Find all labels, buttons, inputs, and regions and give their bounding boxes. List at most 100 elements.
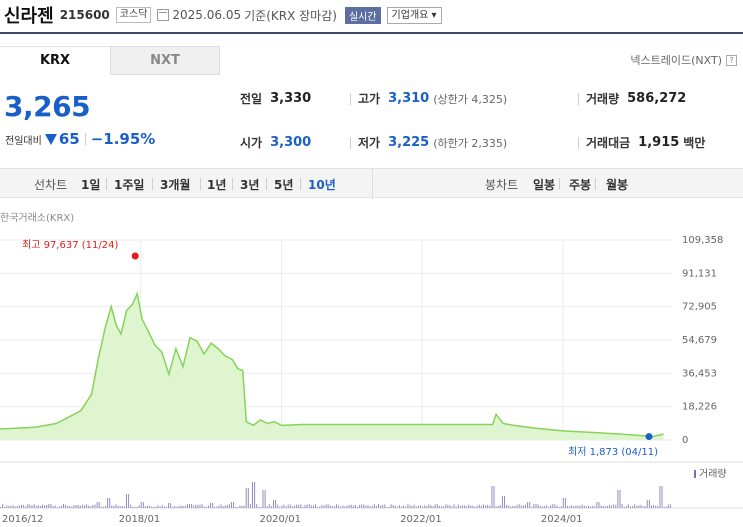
volume-bar — [651, 505, 652, 508]
volume-bar — [317, 506, 319, 508]
volume-bar — [405, 506, 407, 508]
volume-bar — [151, 506, 153, 508]
volume-bar — [296, 504, 298, 508]
volume-bar — [352, 505, 354, 508]
volume-bar — [4, 506, 6, 508]
volume-bar — [279, 506, 281, 508]
volume-bar — [73, 505, 75, 508]
volume-bar — [550, 505, 552, 508]
volume-bar — [399, 505, 400, 508]
volume-bar — [396, 506, 398, 508]
volume-bar — [287, 504, 289, 508]
volume-bar — [539, 505, 541, 508]
volume-bar — [56, 506, 58, 508]
volume-bar — [203, 506, 205, 508]
volume-bar — [33, 504, 35, 508]
volume-bar — [504, 496, 505, 508]
volume-bar — [646, 500, 648, 508]
volume-bar — [552, 504, 554, 508]
volume-bar — [48, 504, 50, 508]
volume-bar — [533, 504, 535, 508]
volume-bar — [336, 504, 337, 508]
volume-bar — [12, 505, 14, 508]
volume-bar — [14, 506, 16, 508]
volume-bar — [478, 504, 480, 508]
volume-bar — [245, 488, 247, 508]
volume-bar — [627, 504, 629, 508]
volume-bar — [422, 506, 424, 508]
volume-bar — [501, 496, 503, 508]
volume-bar — [157, 505, 159, 508]
volume-bar — [485, 505, 487, 508]
volume-bar — [121, 506, 123, 508]
volume-bar — [63, 504, 64, 508]
volume-bar — [67, 506, 69, 508]
y-tick-label: 54,679 — [682, 335, 717, 346]
volume-bar — [81, 504, 83, 508]
volume-bar — [37, 505, 39, 508]
volume-bar — [462, 505, 463, 508]
volume-bar — [424, 505, 426, 508]
volume-bar — [109, 498, 111, 508]
volume-bar — [165, 506, 167, 508]
volume-bar — [325, 504, 327, 508]
y-tick-label: 0 — [682, 435, 688, 446]
volume-bar — [644, 505, 646, 508]
volume-bar — [111, 505, 113, 508]
volume-bar — [441, 506, 442, 508]
volume-bar — [18, 505, 20, 508]
volume-bar — [535, 504, 537, 508]
volume-bar — [401, 506, 403, 508]
volume-bar — [623, 506, 625, 508]
price-chart[interactable]: 109,358 91,131 72,905 54,679 36,453 18,226 0 20… — [0, 0, 743, 527]
volume-bar — [27, 504, 29, 508]
volume-bar — [493, 486, 495, 508]
volume-bar — [567, 505, 568, 508]
volume-bar — [182, 505, 184, 508]
volume-bar — [609, 504, 610, 508]
volume-bar — [642, 506, 644, 508]
volume-bar — [357, 506, 358, 508]
volume-bar — [315, 504, 316, 508]
volume-bar — [224, 505, 226, 508]
volume-bar — [598, 502, 600, 508]
volume-bar — [466, 506, 468, 508]
volume-bar — [142, 502, 144, 508]
volume-bar — [123, 506, 125, 508]
volume-bar — [453, 504, 455, 508]
volume-bar — [195, 504, 197, 508]
volume-bar — [508, 505, 510, 508]
volume-bar — [600, 505, 602, 508]
volume-bar — [306, 504, 308, 508]
x-tick-label: 2024/01 — [541, 514, 583, 525]
volume-bar — [369, 506, 371, 508]
volume-bar — [132, 506, 134, 508]
volume-bar — [375, 505, 377, 508]
volume-bar — [606, 505, 608, 508]
volume-bar — [312, 505, 314, 508]
volume-bar — [176, 506, 178, 508]
volume-bar — [365, 505, 367, 508]
volume-bar — [29, 504, 31, 508]
volume-bar — [373, 504, 375, 508]
volume-bar — [590, 506, 592, 508]
low-marker — [645, 433, 653, 441]
volume-bar — [184, 505, 186, 508]
volume-bar — [583, 505, 585, 508]
volume-bar — [273, 500, 274, 508]
volume-bar — [205, 506, 207, 508]
volume-bar — [147, 505, 148, 508]
volume-bar — [88, 505, 90, 508]
volume-bar — [569, 506, 571, 508]
volume-bar — [262, 490, 264, 508]
volume-bar — [663, 506, 665, 508]
volume-bar — [149, 505, 151, 508]
volume-bar — [243, 505, 245, 508]
volume-bar — [86, 504, 88, 508]
volume-bar — [8, 505, 10, 508]
volume-bar — [447, 504, 449, 508]
volume-bar — [546, 505, 547, 508]
volume-bar — [210, 503, 211, 508]
volume-bar — [333, 506, 335, 508]
x-tick-label: 2020/01 — [259, 514, 301, 525]
